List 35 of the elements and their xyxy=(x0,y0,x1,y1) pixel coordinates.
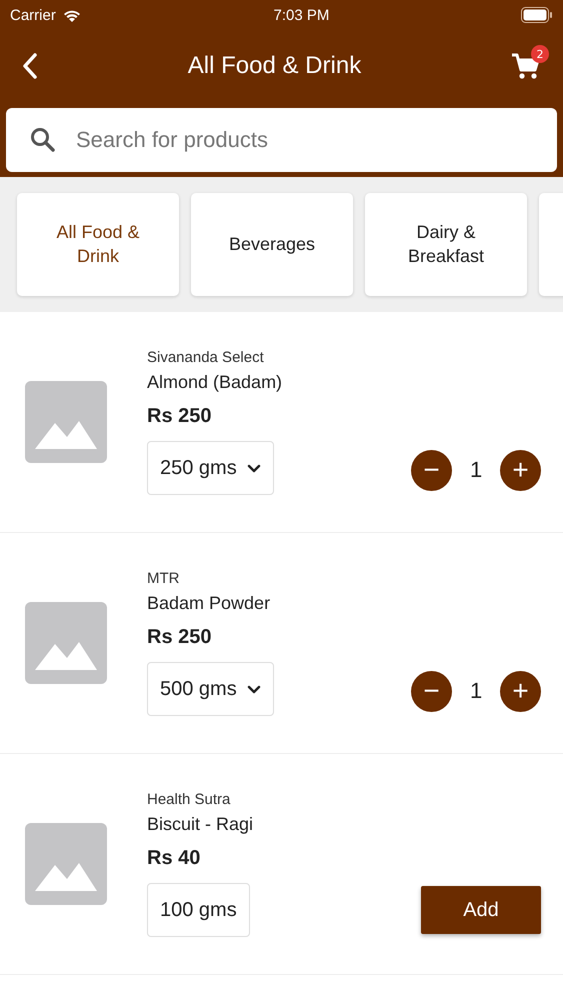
size-dropdown[interactable]: 100 gms xyxy=(147,883,250,937)
product-name: Badam Powder xyxy=(147,593,272,614)
product-brand: MTR xyxy=(147,570,180,587)
product-price: Rs 40 xyxy=(147,847,202,870)
battery-icon xyxy=(521,7,553,23)
category-card[interactable]: Dairy & Breakfast xyxy=(365,193,527,296)
product-brand: Sivananda Select xyxy=(147,349,265,366)
chevron-down-icon xyxy=(246,464,261,472)
product-name: Biscuit - Ragi xyxy=(147,814,254,835)
quantity-value: 1 xyxy=(470,457,482,483)
chevron-down-icon xyxy=(246,684,261,694)
size-dropdown[interactable]: 250 gms xyxy=(147,441,274,495)
cart-count-badge: 2 xyxy=(530,45,549,63)
size-dropdown[interactable]: 500 gms xyxy=(147,662,274,716)
image-placeholder-icon xyxy=(25,381,107,463)
category-card[interactable]: Beverages xyxy=(191,193,353,296)
decrease-button[interactable]: − xyxy=(411,670,452,712)
product-brand: Health Sutra xyxy=(147,791,232,808)
product-price: Rs 250 xyxy=(147,626,212,649)
product-name: Almond (Badam) xyxy=(147,372,284,393)
image-placeholder-icon xyxy=(25,602,107,684)
page-title: All Food & Drink xyxy=(188,52,362,80)
add-button[interactable]: Add xyxy=(421,886,541,934)
search-icon xyxy=(30,127,56,153)
increase-button[interactable]: + xyxy=(500,670,541,712)
search-field[interactable]: Search for products xyxy=(6,108,557,172)
decrease-button[interactable]: − xyxy=(411,450,452,490)
product-price: Rs 250 xyxy=(147,405,212,428)
quantity-value: 1 xyxy=(470,678,482,704)
status-time: 7:03 PM xyxy=(273,6,330,24)
increase-button[interactable]: + xyxy=(500,450,541,490)
image-placeholder-icon xyxy=(25,823,107,905)
back-icon[interactable] xyxy=(22,52,38,80)
category-card[interactable]: All Food & Drink xyxy=(17,193,179,296)
carrier-label: Carrier xyxy=(10,6,56,24)
